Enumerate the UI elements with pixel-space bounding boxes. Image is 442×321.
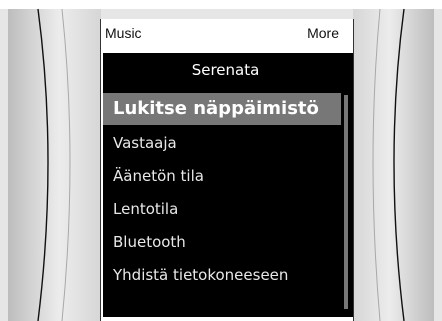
- menu-item-silent-mode[interactable]: Äänetön tila: [103, 160, 341, 192]
- right-softkey[interactable]: More: [307, 25, 339, 41]
- phone-screen: Music More Serenata Lukitse näppäimistö …: [101, 19, 353, 321]
- left-softkey[interactable]: Music: [105, 25, 142, 41]
- scrollbar-thumb[interactable]: [344, 95, 348, 309]
- menu-item-bluetooth[interactable]: Bluetooth: [103, 226, 341, 258]
- menu-title: Serenata: [191, 61, 260, 79]
- menu-item-voicemail[interactable]: Vastaaja: [103, 127, 341, 159]
- softkey-bar: Music More: [101, 19, 353, 47]
- menu-item-lock-keypad[interactable]: Lukitse näppäimistö: [103, 93, 341, 125]
- menu-panel: Serenata Lukitse näppäimistö Vastaaja Ää…: [103, 53, 353, 317]
- menu-item-connect-computer[interactable]: Yhdistä tietokoneeseen: [103, 259, 341, 291]
- menu-item-flight-mode[interactable]: Lentotila: [103, 193, 341, 225]
